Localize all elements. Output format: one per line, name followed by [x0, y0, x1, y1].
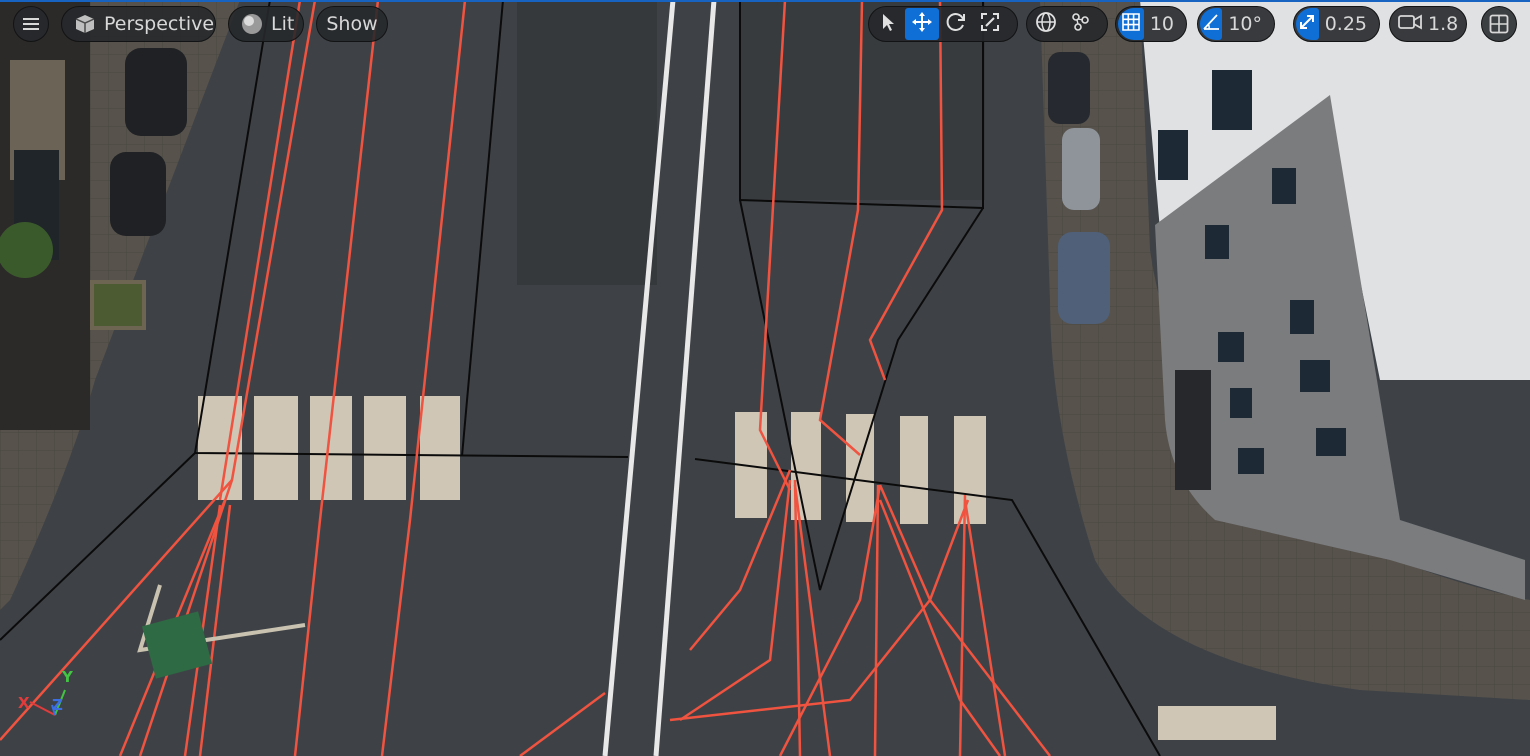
axis-y-label: Y [62, 668, 73, 686]
lighting-mode-label: Lit [271, 13, 295, 35]
surface-snap-icon [1069, 11, 1091, 37]
viewport-active-border [0, 0, 1530, 2]
surface-snap-button[interactable] [1063, 8, 1097, 40]
planter [90, 280, 146, 330]
view-mode-label: Perspective [104, 13, 215, 35]
scale-snap-icon [1297, 12, 1317, 36]
cube-icon [74, 13, 96, 35]
scale-snap-toggle[interactable] [1296, 8, 1319, 40]
grid-snap-group[interactable]: 10 [1115, 6, 1187, 42]
parked-car [110, 152, 166, 236]
coordinate-space-button[interactable] [1029, 8, 1063, 40]
scene-render [0, 0, 1530, 756]
scale-snap-group[interactable]: 0.25 [1293, 6, 1380, 42]
axis-z-label: Z [52, 696, 63, 714]
rotate-tool-button[interactable] [939, 8, 973, 40]
select-icon [879, 12, 897, 36]
angle-icon [1201, 12, 1221, 36]
camera-speed-button[interactable]: 1.8 [1389, 6, 1467, 42]
lighting-mode-button[interactable]: Lit [228, 6, 304, 42]
scale-snap-value: 0.25 [1324, 13, 1367, 35]
rotate-icon [945, 11, 967, 37]
viewport-layout-icon [1489, 14, 1509, 34]
sphere-icon [241, 13, 263, 35]
transform-tools-group [868, 6, 1018, 42]
rotation-snap-toggle[interactable] [1200, 8, 1223, 40]
grid-snap-toggle[interactable] [1118, 8, 1144, 40]
grid-snap-value: 10 [1149, 13, 1174, 35]
viewport-layout-button[interactable] [1481, 6, 1517, 42]
viewport-menu-button[interactable] [13, 6, 49, 42]
axis-gizmo: X Y Z [14, 668, 84, 718]
scale-icon [979, 11, 1001, 37]
parked-car [125, 48, 187, 136]
show-label: Show [326, 13, 378, 35]
parked-car [1058, 232, 1110, 324]
camera-icon [1398, 12, 1422, 36]
scale-tool-button[interactable] [973, 8, 1007, 40]
camera-speed-value: 1.8 [1428, 13, 1459, 35]
level-viewport[interactable]: X Y Z Perspective Lit Show 10 10° 0.25 1… [0, 0, 1530, 756]
rotation-snap-value: 10° [1228, 13, 1262, 35]
globe-icon [1035, 11, 1057, 37]
axis-x-label: X [18, 694, 30, 712]
rotation-snap-group[interactable]: 10° [1197, 6, 1275, 42]
move-icon [911, 11, 933, 37]
select-tool-button[interactable] [871, 8, 905, 40]
space-group [1026, 6, 1108, 42]
show-flags-button[interactable]: Show [316, 6, 388, 42]
grid-icon [1121, 12, 1141, 36]
parked-car [1048, 52, 1090, 124]
hamburger-icon [22, 17, 40, 31]
view-mode-button[interactable]: Perspective [61, 6, 216, 42]
move-tool-button[interactable] [905, 8, 939, 40]
parked-car [1062, 128, 1100, 210]
